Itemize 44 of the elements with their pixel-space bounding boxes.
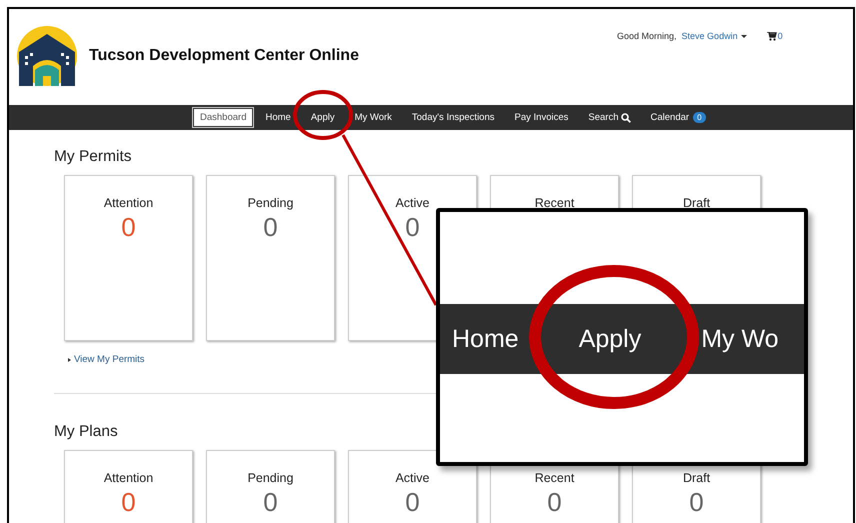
card-count: 0 [405,486,420,518]
card-count: 0 [689,486,704,518]
view-link[interactable]: View My Permits [68,354,145,365]
status-card[interactable]: Attention 0 [64,450,193,523]
card-count: 0 [263,486,278,518]
card-label: Attention [104,470,154,484]
status-card[interactable]: Pending 0 [206,175,335,341]
nav-tab[interactable]: Dashboard [193,108,254,127]
status-card[interactable]: Pending 0 [206,450,335,523]
card-count: 0 [121,486,136,518]
card-label: Active [395,196,430,210]
nav-tab[interactable]: Home [255,109,301,126]
cart-icon [766,32,777,40]
card-label: Active [395,470,430,484]
card-count: 0 [121,212,136,243]
count-badge: 0 [693,112,706,123]
triangle-icon [68,358,71,362]
card-label: Recent [534,196,574,210]
highlight-ellipse [293,90,353,140]
card-count: 0 [547,486,562,518]
card-count: 0 [405,212,420,243]
cart-link[interactable]: 0 [766,31,783,41]
section-title: My Plans [54,422,119,440]
greeting-text: Good Morning, [617,31,677,41]
card-label: Draft [682,470,710,484]
site-title: Tucson Development Center Online [89,47,359,65]
card-count: 0 [263,212,278,243]
search-icon [620,112,630,122]
card-label: Pending [248,196,294,210]
card-label: Recent [534,470,574,484]
card-label: Draft [682,196,710,210]
nav-tab[interactable]: Calendar 0 [640,109,716,126]
status-card[interactable]: Attention 0 [64,175,193,341]
card-label: Attention [104,196,154,210]
nav-tab[interactable]: Today's Inspections [402,109,505,126]
section-title: My Permits [54,148,132,166]
nav-tab[interactable]: Apply [300,109,345,126]
nav-tab[interactable]: My Work [344,109,402,126]
user-menu[interactable]: Steve Godwin [682,31,747,41]
nav-label: Apply [578,324,642,354]
nav-tab[interactable]: Search [578,109,640,126]
nav-tab[interactable]: Pay Invoices [504,109,578,126]
nav-label: My Wo [701,324,779,354]
card-label: Pending [248,470,294,484]
